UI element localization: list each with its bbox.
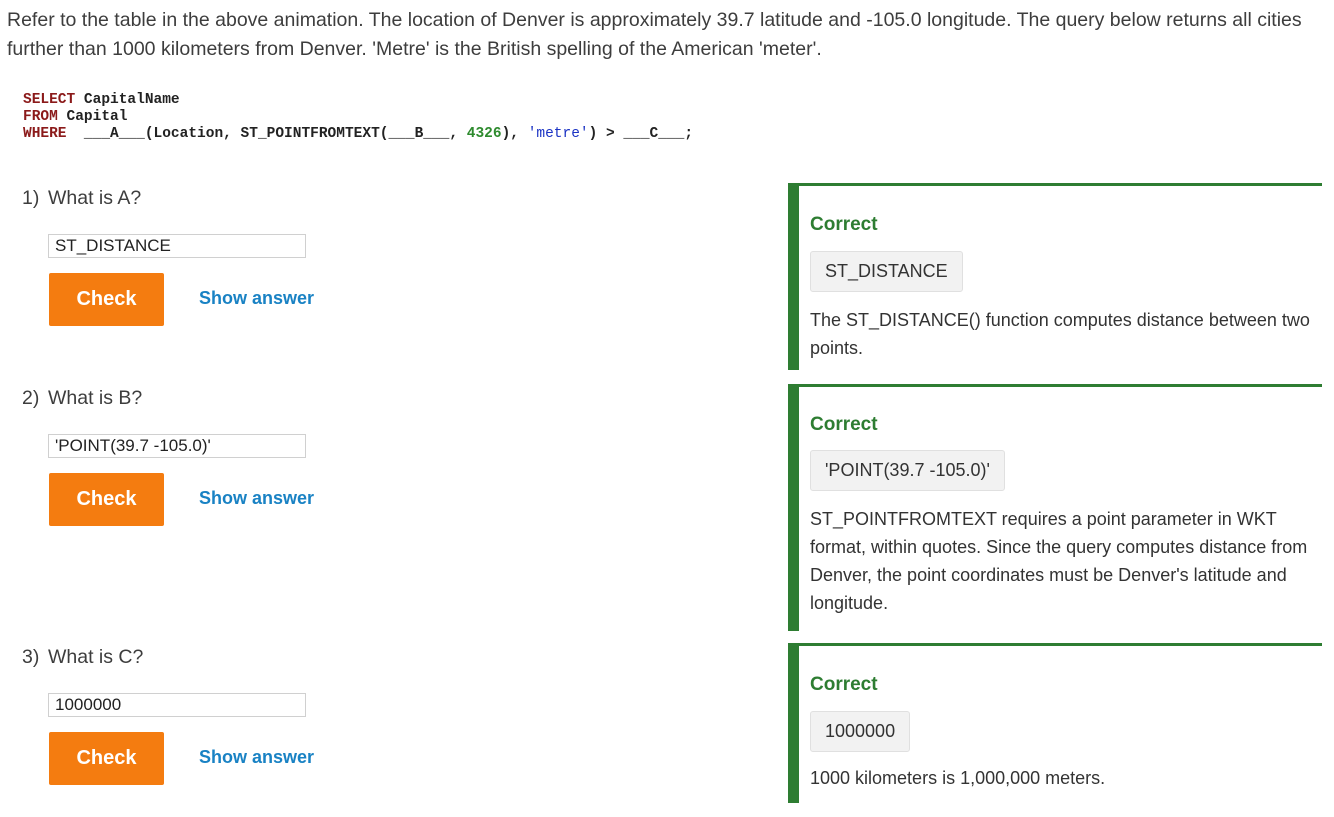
feedback-b-explanation: ST_POINTFROMTEXT requires a point parame… xyxy=(810,509,1308,613)
sql-keyword-select: SELECT xyxy=(23,92,76,108)
question-3-text: What is C? xyxy=(48,646,144,668)
feedback-c-status: Correct xyxy=(810,674,878,695)
sql-where-part-a: ___A___(Location, ST_POINTFROMTEXT(___B_… xyxy=(66,126,467,142)
instructions-text: Refer to the table in the above animatio… xyxy=(7,9,1302,60)
question-3-label: 3) What is C? xyxy=(22,646,143,669)
feedback-a-panel: Correct ST_DISTANCE The ST_DISTANCE() fu… xyxy=(788,183,1322,370)
sql-unit-string: 'metre' xyxy=(527,126,589,142)
feedback-a-explanation: The ST_DISTANCE() function computes dist… xyxy=(810,310,1310,358)
question-3-number: 3) xyxy=(22,646,40,668)
check-a-button[interactable]: Check xyxy=(49,273,164,326)
feedback-a-status: Correct xyxy=(810,214,878,235)
check-c-button[interactable]: Check xyxy=(49,732,164,785)
answer-a-input[interactable] xyxy=(48,234,306,258)
sql-select-rest: CapitalName xyxy=(75,92,180,108)
feedback-a-answer: ST_DISTANCE xyxy=(810,251,963,292)
question-1-text: What is A? xyxy=(48,187,142,209)
check-b-button[interactable]: Check xyxy=(49,473,164,526)
answer-b-input[interactable] xyxy=(48,434,306,458)
answer-c-input[interactable] xyxy=(48,693,306,717)
feedback-b-answer: 'POINT(39.7 -105.0)' xyxy=(810,450,1005,491)
feedback-c-explanation: 1000 kilometers is 1,000,000 meters. xyxy=(810,768,1106,788)
sql-srid-number: 4326 xyxy=(466,126,502,142)
show-answer-b-link[interactable]: Show answer xyxy=(199,488,314,509)
question-2-text: What is B? xyxy=(48,387,143,409)
question-2-label: 2) What is B? xyxy=(22,387,142,410)
question-1-label: 1) What is A? xyxy=(22,187,141,210)
show-answer-c-link[interactable]: Show answer xyxy=(199,747,314,768)
feedback-b-status: Correct xyxy=(810,414,878,435)
feedback-b-panel: Correct 'POINT(39.7 -105.0)' ST_POINTFRO… xyxy=(788,384,1322,631)
sql-keyword-where: WHERE xyxy=(23,126,67,142)
question-2-number: 2) xyxy=(22,387,40,409)
feedback-c-panel: Correct 1000000 1000 kilometers is 1,000… xyxy=(788,643,1322,803)
sql-where-part-b: ), xyxy=(501,126,528,142)
sql-keyword-from: FROM xyxy=(23,109,58,125)
show-answer-a-link[interactable]: Show answer xyxy=(199,288,314,309)
sql-code-block: SELECT CapitalName FROM Capital WHERE __… xyxy=(23,92,693,143)
sql-from-rest: Capital xyxy=(57,109,128,125)
question-1-number: 1) xyxy=(22,187,40,209)
sql-where-part-c: ) > ___C___; xyxy=(588,126,694,142)
feedback-c-answer: 1000000 xyxy=(810,711,911,752)
